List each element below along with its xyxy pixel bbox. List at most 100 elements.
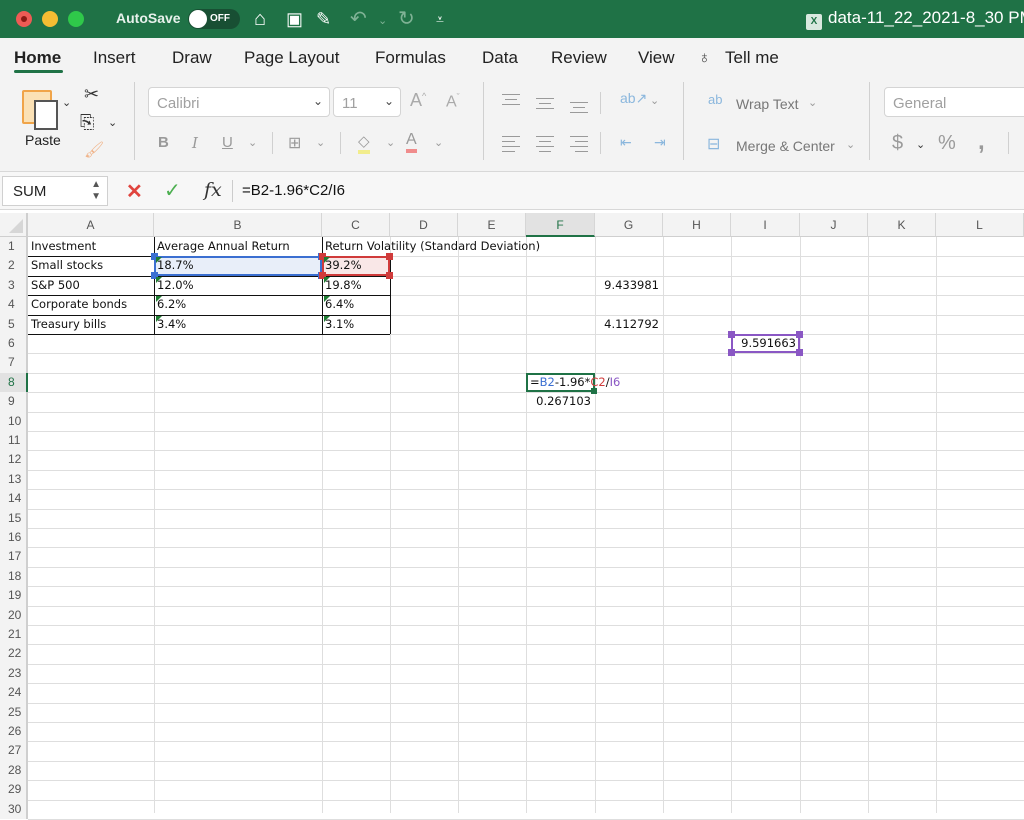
paste-dropdown-chevron-icon[interactable]: ⌄ bbox=[62, 96, 71, 109]
align-bottom-icon[interactable] bbox=[570, 98, 588, 117]
cell-c1[interactable]: Return Volatility (Standard Deviation) bbox=[322, 237, 540, 256]
row-header-10[interactable]: 10 bbox=[0, 411, 28, 431]
minimize-window-button[interactable] bbox=[42, 11, 58, 27]
row-header-9[interactable]: 9 bbox=[0, 392, 28, 412]
column-header-h[interactable]: H bbox=[663, 213, 731, 237]
cell-g5[interactable]: 4.112792 bbox=[595, 315, 663, 334]
row-header-15[interactable]: 15 bbox=[0, 508, 28, 528]
cell-a1[interactable]: Investment bbox=[28, 237, 96, 256]
tab-home[interactable]: Home bbox=[14, 48, 61, 68]
paste-icon[interactable] bbox=[22, 90, 58, 130]
cell-c5[interactable]: 3.1% bbox=[322, 315, 354, 334]
font-name-select[interactable]: Calibri ⌄ bbox=[148, 87, 330, 117]
align-top-icon[interactable] bbox=[502, 90, 520, 109]
formula-input[interactable]: =B2-1.96*C2/I6 bbox=[242, 182, 345, 199]
number-format-select[interactable]: General bbox=[884, 87, 1024, 117]
fill-handle[interactable] bbox=[591, 388, 597, 395]
column-header-c[interactable]: C bbox=[322, 213, 390, 237]
tab-tell-me[interactable]: Tell me bbox=[725, 48, 779, 68]
currency-button[interactable]: $ bbox=[892, 132, 903, 155]
row-header-3[interactable]: 3 bbox=[0, 275, 28, 296]
align-center-icon[interactable] bbox=[536, 132, 554, 156]
font-color-icon[interactable]: A bbox=[406, 131, 417, 153]
name-box[interactable]: SUM ▲ ▼ bbox=[2, 176, 108, 206]
align-left-icon[interactable] bbox=[502, 132, 520, 156]
orientation-dropdown-chevron-icon[interactable]: ⌄ bbox=[650, 94, 659, 107]
column-header-j[interactable]: J bbox=[800, 213, 868, 237]
row-header-20[interactable]: 20 bbox=[0, 605, 28, 625]
underline-button[interactable]: U bbox=[222, 134, 233, 151]
borders-dropdown-chevron-icon[interactable]: ⌄ bbox=[316, 136, 325, 149]
underline-dropdown-chevron-icon[interactable]: ⌄ bbox=[248, 136, 257, 149]
cell-f9[interactable]: 0.267103 bbox=[526, 392, 595, 411]
row-header-23[interactable]: 23 bbox=[0, 663, 28, 684]
row-header-26[interactable]: 26 bbox=[0, 722, 28, 742]
tab-view[interactable]: View bbox=[638, 48, 675, 68]
select-all-button[interactable] bbox=[0, 213, 28, 237]
redo-icon[interactable]: ↻ bbox=[398, 6, 415, 32]
wrap-text-chevron-icon[interactable]: ⌄ bbox=[808, 96, 817, 109]
cell-b2[interactable]: 18.7% bbox=[154, 256, 194, 275]
italic-button[interactable]: I bbox=[192, 134, 198, 152]
orientation-icon[interactable]: ab↗ bbox=[620, 90, 647, 107]
row-header-22[interactable]: 22 bbox=[0, 644, 28, 664]
row-header-14[interactable]: 14 bbox=[0, 489, 28, 509]
cell-b1[interactable]: Average Annual Return bbox=[154, 237, 290, 256]
autosave-toggle[interactable]: OFF bbox=[188, 9, 240, 29]
cell-c3[interactable]: 19.8% bbox=[322, 276, 362, 295]
confirm-edit-icon[interactable]: ✓ bbox=[164, 178, 181, 203]
cut-icon[interactable]: ✂ bbox=[84, 84, 99, 105]
zoom-window-button[interactable] bbox=[68, 11, 84, 27]
row-header-8[interactable]: 8 bbox=[0, 372, 28, 393]
cell-g3[interactable]: 9.433981 bbox=[595, 276, 663, 295]
currency-dropdown-chevron-icon[interactable]: ⌄ bbox=[916, 138, 925, 151]
merge-center-button[interactable]: Merge & Center bbox=[736, 138, 835, 154]
cell-b5[interactable]: 3.4% bbox=[154, 315, 186, 334]
increase-indent-icon[interactable]: ⇥ bbox=[654, 134, 666, 151]
home-icon[interactable]: ⌂ bbox=[254, 6, 266, 32]
column-header-i[interactable]: I bbox=[731, 213, 800, 237]
row-header-13[interactable]: 13 bbox=[0, 469, 28, 490]
row-header-19[interactable]: 19 bbox=[0, 586, 28, 606]
row-header-24[interactable]: 24 bbox=[0, 683, 28, 703]
tab-data[interactable]: Data bbox=[482, 48, 518, 68]
row-header-4[interactable]: 4 bbox=[0, 295, 28, 315]
column-header-f[interactable]: F bbox=[526, 213, 595, 237]
cell-b4[interactable]: 6.2% bbox=[154, 295, 186, 314]
resize-handle[interactable] bbox=[386, 271, 393, 279]
bold-button[interactable]: B bbox=[158, 134, 169, 151]
row-header-6[interactable]: 6 bbox=[0, 334, 28, 354]
column-header-l[interactable]: L bbox=[936, 213, 1024, 237]
paste-button[interactable]: Paste bbox=[25, 132, 61, 148]
spreadsheet-grid[interactable]: A B C D E F G H I J K L 1 2 3 4 5 6 7 8 9 10 11 12 13 14 15 16 17 18 1… bbox=[0, 213, 1024, 820]
row-header-16[interactable]: 16 bbox=[0, 528, 28, 548]
save-icon[interactable]: ▣ bbox=[286, 6, 303, 32]
column-header-e[interactable]: E bbox=[458, 213, 526, 237]
column-header-k[interactable]: K bbox=[868, 213, 936, 237]
cell-b3[interactable]: 12.0% bbox=[154, 276, 194, 295]
row-header-28[interactable]: 28 bbox=[0, 760, 28, 781]
column-header-d[interactable]: D bbox=[390, 213, 458, 237]
format-painter-icon[interactable]: 🖌 bbox=[84, 140, 104, 160]
font-size-select[interactable]: 11 ⌄ bbox=[333, 87, 401, 117]
row-header-27[interactable]: 27 bbox=[0, 741, 28, 761]
align-right-icon[interactable] bbox=[570, 132, 588, 156]
insert-function-button[interactable]: fx bbox=[204, 179, 222, 201]
cell-a4[interactable]: Corporate bonds bbox=[28, 295, 127, 314]
cell-c2[interactable]: 39.2% bbox=[322, 256, 362, 275]
name-box-stepper-icon[interactable]: ▲ ▼ bbox=[91, 179, 101, 203]
customize-toolbar-icon[interactable]: ⩡ bbox=[436, 6, 444, 32]
cell-c4[interactable]: 6.4% bbox=[322, 295, 354, 314]
fill-color-dropdown-chevron-icon[interactable]: ⌄ bbox=[386, 136, 395, 149]
tab-review[interactable]: Review bbox=[551, 48, 607, 68]
column-header-a[interactable]: A bbox=[28, 213, 154, 237]
merge-center-chevron-icon[interactable]: ⌄ bbox=[846, 138, 855, 151]
cancel-edit-icon[interactable]: ✕ bbox=[126, 179, 143, 204]
copy-icon[interactable]: ⎘ bbox=[80, 112, 94, 133]
cell-a5[interactable]: Treasury bills bbox=[28, 315, 106, 334]
active-cell-editor[interactable]: =B2-1.96*C2/I6 bbox=[526, 372, 620, 393]
increase-font-size-icon[interactable]: A^ bbox=[410, 90, 426, 111]
copy-dropdown-chevron-icon[interactable]: ⌄ bbox=[108, 116, 117, 129]
row-header-12[interactable]: 12 bbox=[0, 450, 28, 470]
edit-icon[interactable]: ✎ bbox=[316, 6, 331, 32]
